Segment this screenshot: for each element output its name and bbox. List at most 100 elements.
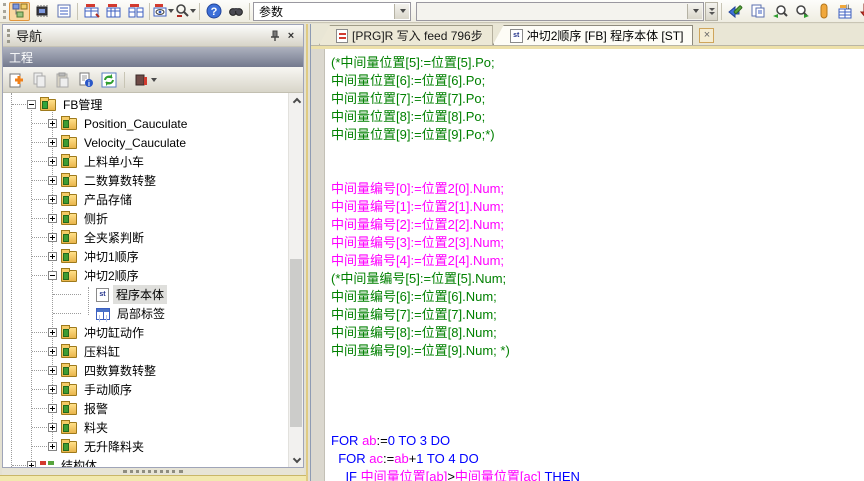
tree-item[interactable]: 上料单小车: [3, 152, 288, 171]
code-line: [331, 162, 864, 180]
navigation-window-button[interactable]: [9, 2, 30, 21]
expand-icon[interactable]: [48, 252, 57, 261]
device-memory-icon: [106, 3, 122, 19]
tree-item[interactable]: 冲切1顺序: [3, 247, 288, 266]
tree-item[interactable]: 冲切缸动作: [3, 323, 288, 342]
scrollbar-thumb[interactable]: [290, 259, 302, 427]
secondary-combobox-arrow[interactable]: [687, 4, 702, 19]
tree-item[interactable]: 侧折: [3, 209, 288, 228]
tree-item[interactable]: 手动顺序: [3, 380, 288, 399]
expand-icon[interactable]: [48, 442, 57, 451]
tree-scrollbar[interactable]: [288, 93, 303, 467]
expand-icon[interactable]: [48, 404, 57, 413]
toolbar-overflow-button[interactable]: [705, 2, 718, 21]
new-data-icon: [9, 72, 25, 88]
tree-item[interactable]: 四数算数转整: [3, 361, 288, 380]
expand-icon[interactable]: [48, 233, 57, 242]
code-line: [331, 360, 864, 378]
device-display-dropdown[interactable]: [168, 9, 174, 13]
tree-item[interactable]: 压料缸: [3, 342, 288, 361]
tree-item[interactable]: st程序本体: [3, 285, 288, 304]
find-previous-button[interactable]: [769, 2, 790, 21]
paste-data-button[interactable]: [53, 70, 73, 90]
sort-button[interactable]: [130, 70, 160, 90]
duplicate-window-button[interactable]: [747, 2, 768, 21]
watch-button[interactable]: [175, 2, 196, 21]
tree-item[interactable]: FB管理: [3, 95, 288, 114]
tree-item[interactable]: 无升降料夹: [3, 437, 288, 456]
tree-item[interactable]: 二数算数转整: [3, 171, 288, 190]
svg-text:IL: IL: [846, 5, 852, 11]
collapse-icon[interactable]: [27, 100, 36, 109]
expand-icon[interactable]: [48, 385, 57, 394]
collapse-icon[interactable]: [48, 271, 57, 280]
tree-item[interactable]: 结构体: [3, 456, 288, 467]
sort-dropdown[interactable]: [151, 78, 157, 82]
tree-item[interactable]: Velocity_Cauculate: [3, 133, 288, 152]
expand-icon[interactable]: [48, 119, 57, 128]
code-line: 中间量编号[4]:=位置2[4].Num;: [331, 252, 864, 270]
edit-mode-button[interactable]: [725, 2, 746, 21]
expand-icon[interactable]: [27, 461, 36, 467]
tree-item[interactable]: 产品存储: [3, 190, 288, 209]
device-comment-button[interactable]: [81, 2, 102, 21]
program-list-button[interactable]: [53, 2, 74, 21]
code-area[interactable]: (*中间量位置[5]:=位置[5].Po;中间量位置[6]:=位置[6].Po;…: [325, 49, 864, 481]
navigation-titlebar-grip[interactable]: [7, 29, 11, 43]
device-display-button[interactable]: [153, 2, 174, 21]
parameter-combobox-arrow[interactable]: [394, 4, 409, 19]
pin-button[interactable]: [267, 28, 283, 43]
tree-item[interactable]: 料夹: [3, 418, 288, 437]
il-display-button[interactable]: IL: [835, 2, 856, 21]
new-data-button[interactable]: [7, 70, 27, 90]
expand-icon[interactable]: [48, 328, 57, 337]
module-configuration-button[interactable]: [31, 2, 52, 21]
expand-icon[interactable]: [48, 138, 57, 147]
find-next-button[interactable]: [791, 2, 812, 21]
property-button[interactable]: i: [76, 70, 96, 90]
secondary-combobox[interactable]: [416, 2, 704, 21]
find-button[interactable]: [225, 2, 246, 21]
tree-item[interactable]: 全夹紧判断: [3, 228, 288, 247]
tab-prg-feed[interactable]: [PRG]R 写入 feed 796步: [319, 25, 493, 45]
code-line: 中间量位置[6]:=位置[6].Po;: [331, 72, 864, 90]
import-button[interactable]: [857, 2, 864, 21]
watch-dropdown[interactable]: [190, 9, 196, 13]
tab-st-program-body[interactable]: st 冲切2顺序 [FB] 程序本体 [ST]: [493, 25, 694, 45]
tree-item[interactable]: Position_Cauculate: [3, 114, 288, 133]
close-icon: ×: [704, 30, 710, 41]
close-panel-button[interactable]: ×: [283, 28, 299, 43]
copy-data-button[interactable]: [30, 70, 50, 90]
tree-item-label: 局部标签: [114, 304, 168, 323]
project-tree-list[interactable]: FB管理Position_CauculateVelocity_Cauculate…: [3, 93, 288, 467]
tree-connector: [32, 218, 47, 219]
st-file-icon: st: [510, 29, 523, 43]
expand-icon[interactable]: [48, 176, 57, 185]
expand-icon[interactable]: [48, 157, 57, 166]
help-button[interactable]: ?: [203, 2, 224, 21]
code-line: FOR ac:=ab+1 TO 4 DO: [331, 450, 864, 468]
expand-icon[interactable]: [48, 423, 57, 432]
toolbar-grip[interactable]: [3, 3, 6, 19]
scroll-up-button[interactable]: [289, 93, 303, 107]
device-memory-button[interactable]: [103, 2, 124, 21]
expand-icon[interactable]: [48, 366, 57, 375]
navigation-titlebar[interactable]: 导航 ×: [3, 25, 303, 47]
tab-close-button[interactable]: ×: [699, 28, 714, 43]
folder-icon: [61, 232, 77, 244]
bottom-panel-strip: [0, 475, 308, 481]
tree-item[interactable]: 冲切2顺序: [3, 266, 288, 285]
device-batch-button[interactable]: [125, 2, 146, 21]
parameter-combobox[interactable]: 参数: [253, 2, 411, 21]
bookmark-button[interactable]: [813, 2, 834, 21]
bookmark-icon: [819, 3, 829, 19]
expand-icon[interactable]: [48, 195, 57, 204]
panel-splitter[interactable]: [2, 468, 304, 475]
folder-icon: [61, 194, 77, 206]
expand-icon[interactable]: [48, 214, 57, 223]
scroll-down-button[interactable]: [289, 453, 303, 467]
refresh-button[interactable]: [99, 70, 119, 90]
tree-item[interactable]: 报警: [3, 399, 288, 418]
tree-item[interactable]: 局部标签: [3, 304, 288, 323]
expand-icon[interactable]: [48, 347, 57, 356]
